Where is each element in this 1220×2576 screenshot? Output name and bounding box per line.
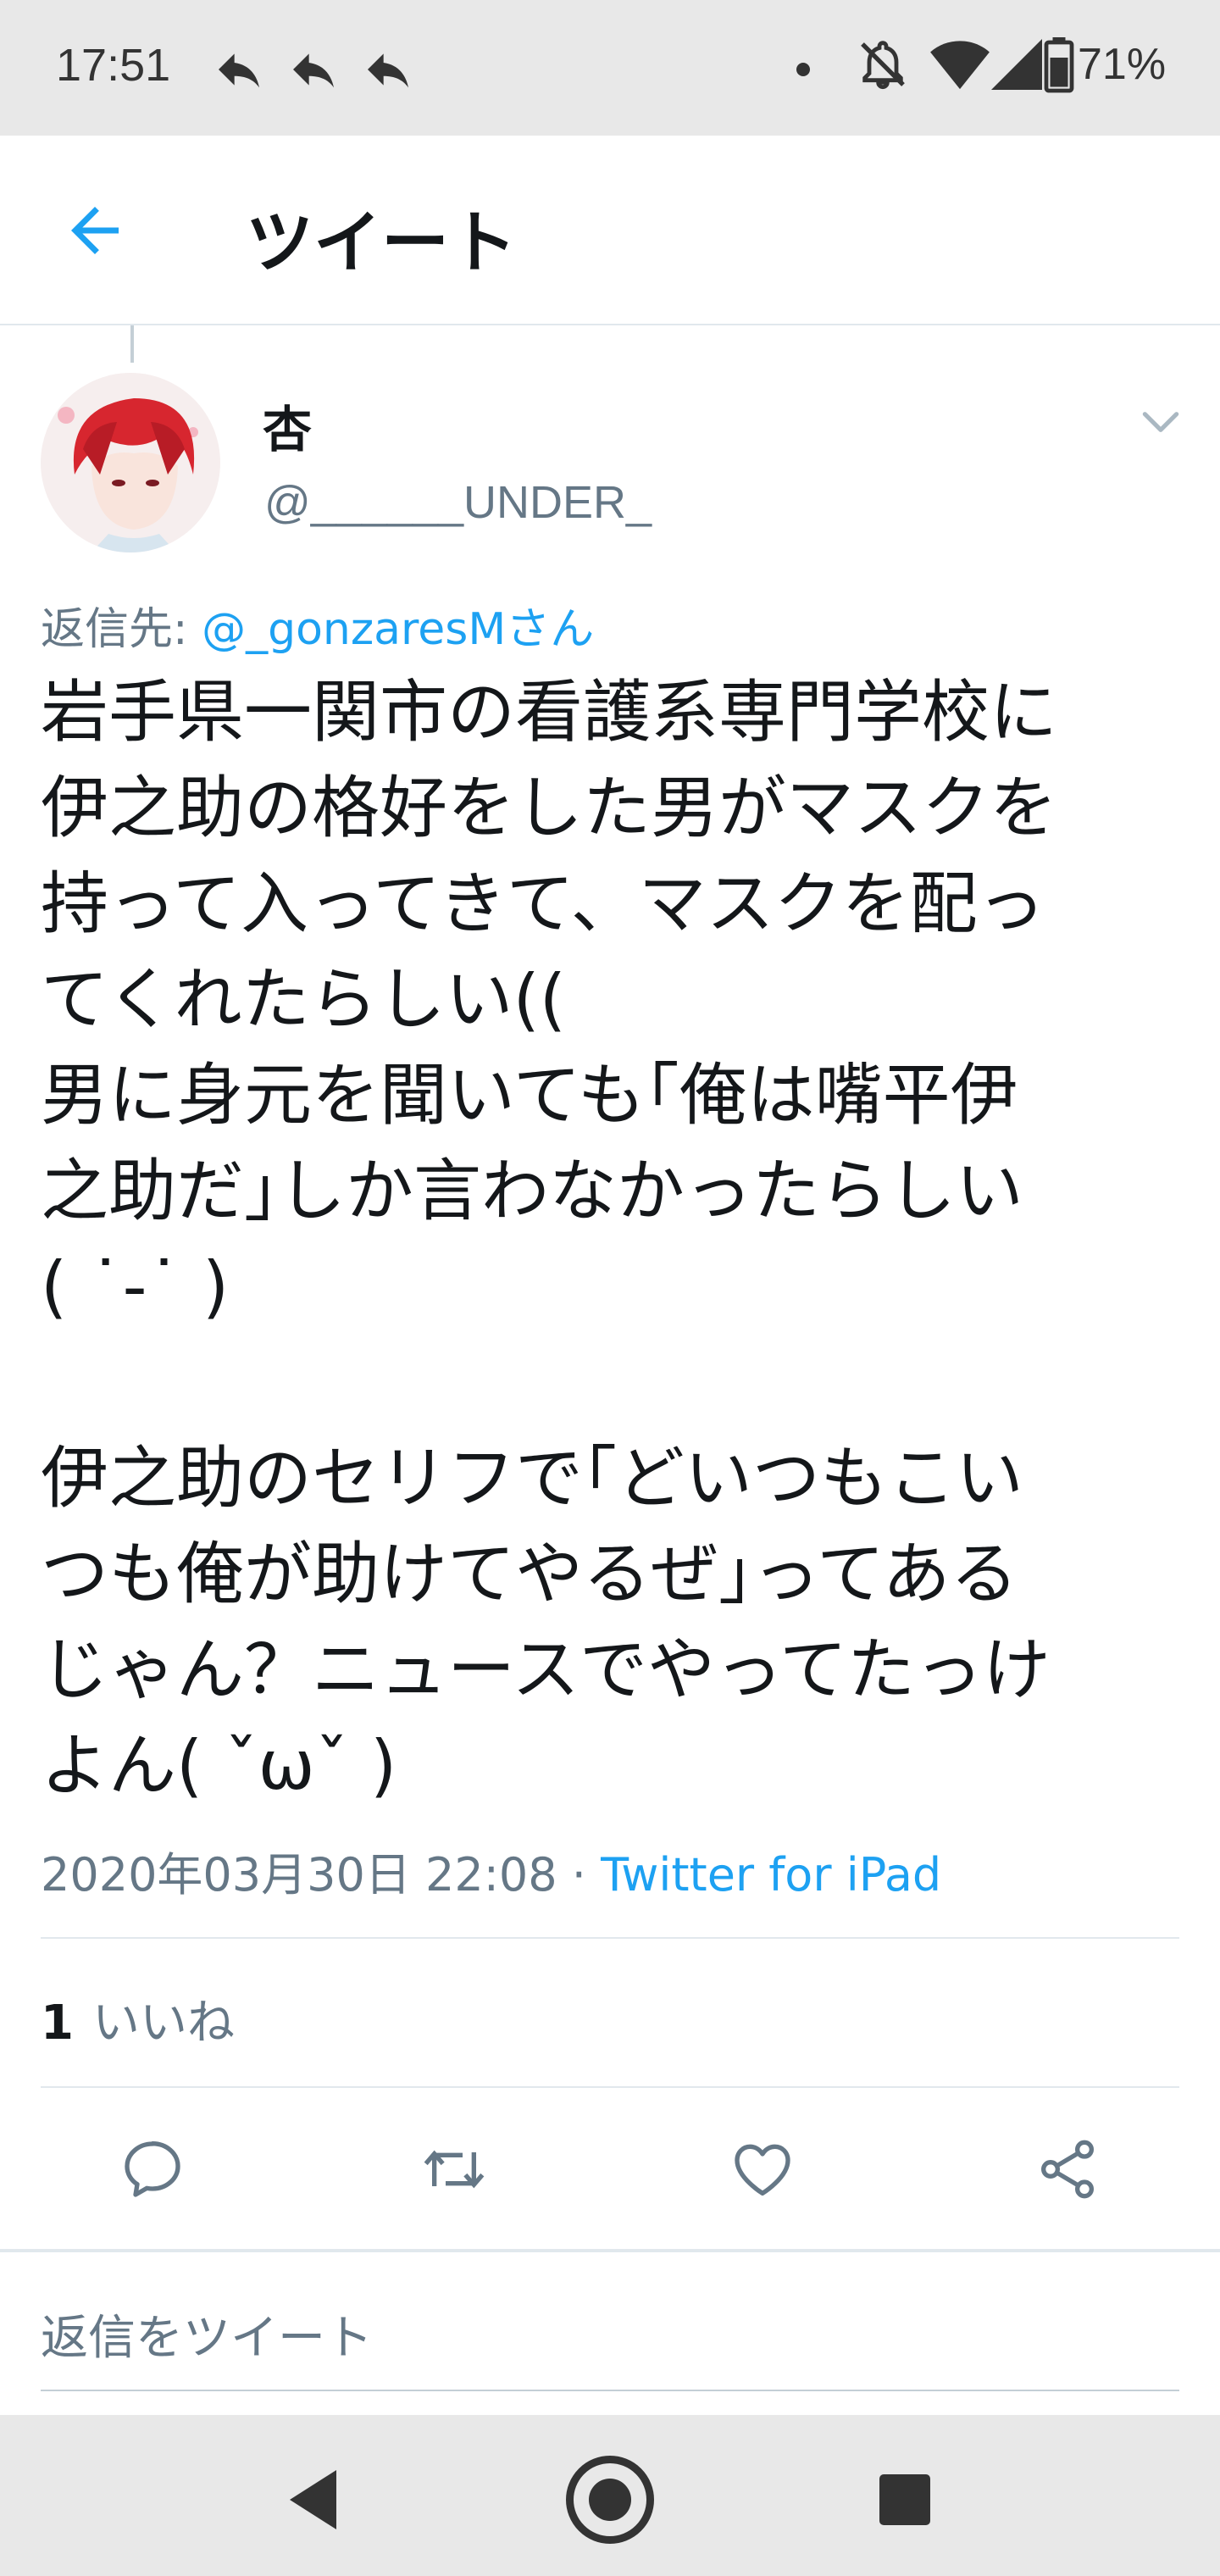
retweet-icon[interactable] [420,2135,488,2203]
share-icon[interactable] [1034,2135,1101,2203]
mute-icon [861,41,905,90]
user-display-name[interactable]: 杏 [263,390,312,461]
recents-nav-icon[interactable] [854,2449,956,2551]
page-title: ツイート [246,203,517,282]
battery-percentage: 71% [1078,40,1167,89]
reply-to-label: 返信先: [41,604,202,655]
home-nav-icon[interactable] [559,2449,661,2551]
tweet-source-link[interactable]: Twitter for iPad [601,1848,941,1901]
tweet-text: 岩手県一関市の看護系専門学校に 伊之助の格好をした男がマスクを 持って入ってきて… [41,673,1057,1805]
signal-icon [991,39,1042,90]
heart-icon[interactable] [729,2135,796,2203]
reply-input[interactable]: 返信をツイート [41,2300,373,2368]
reply-notification-icon [293,53,334,88]
reply-to-mention-link[interactable]: @_gonzaresMさん [202,604,594,655]
meta-separator: · [557,1848,602,1901]
divider [41,2086,1179,2088]
avatar[interactable] [41,373,220,552]
back-nav-icon[interactable] [264,2449,366,2551]
app-bar: ツイート [0,136,1220,325]
section-divider [0,2249,1220,2252]
arrow-left-icon[interactable] [59,195,130,266]
status-bar: 17:51 71% [0,0,1220,136]
reply-to-line: 返信先: @_gonzaresMさん [41,593,594,657]
divider [41,1937,1179,1939]
reply-input-underline [41,2390,1179,2391]
tweet-meta: 2020年03月30日 22:08 · Twitter for iPad [41,1837,941,1904]
thread-connector-line [130,325,134,363]
reply-notification-icon [219,53,259,88]
user-handle[interactable]: @______UNDER_ [264,476,652,529]
navigation-bar [0,2415,1220,2576]
chevron-down-icon[interactable] [1137,398,1184,446]
avatar-image [41,373,220,552]
battery-icon [1044,37,1074,93]
likes-count: 1 [41,1996,74,2051]
status-time: 17:51 [56,40,171,91]
wifi-icon [930,41,990,90]
dot-icon [796,63,810,76]
reply-notification-icon [368,53,408,88]
reply-icon[interactable] [119,2135,186,2203]
likes-row[interactable]: 1 いいね [41,1985,235,2053]
likes-label: いいね [92,1996,235,2051]
tweet-timestamp: 2020年03月30日 22:08 [41,1848,557,1901]
